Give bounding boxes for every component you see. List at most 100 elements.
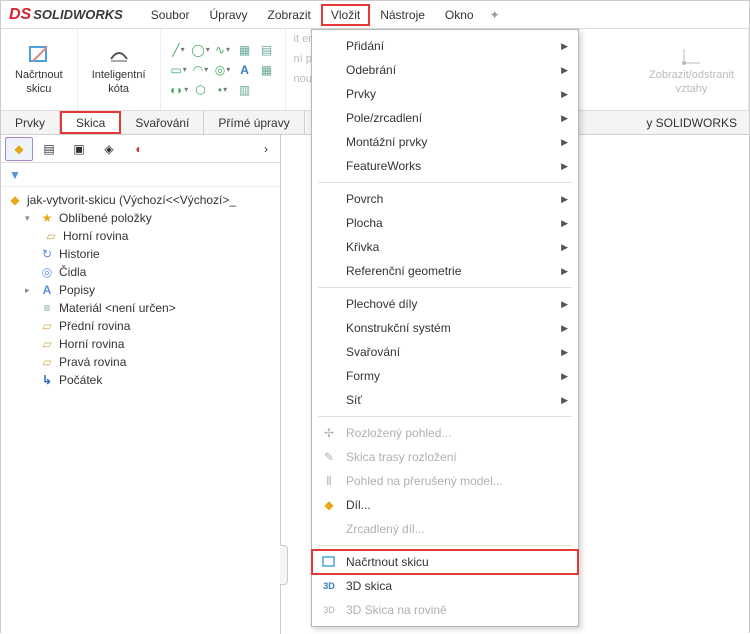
grid4-icon[interactable]: ▥ xyxy=(237,82,253,98)
route-icon: ✎ xyxy=(320,448,338,466)
sketch-icon xyxy=(320,553,338,571)
tree-top-plane[interactable]: ▱ Horní rovina xyxy=(25,335,276,353)
menu-rozlozeny-pohled: ✢ Rozložený pohled... xyxy=(312,421,578,445)
menu-prvky[interactable]: Prvky▶ xyxy=(312,82,578,106)
fav-label: Oblíbené položky xyxy=(59,211,152,225)
tree-sensors[interactable]: ◎ Čidla xyxy=(25,263,276,281)
sensors-label: Čidla xyxy=(59,265,86,279)
menu-soubor[interactable]: Soubor xyxy=(141,4,200,26)
expand-icon[interactable]: ▸ xyxy=(25,285,35,296)
ribbon-group-tools: ╱▾ ◯▾ ∿▾ ▦ ▤ ▭▾ ◠▾ ◎▾ A ▦ ◖◗▾ ⬡ •▾ ▥ xyxy=(161,29,286,110)
tab-prvky[interactable]: Prvky xyxy=(1,111,60,134)
menu-ref-geometrie[interactable]: Referenční geometrie▶ xyxy=(312,259,578,283)
arc-icon[interactable]: ◠▾ xyxy=(193,62,209,78)
panel-tab-dim[interactable]: ◈ xyxy=(95,137,123,161)
panel-slide-handle[interactable] xyxy=(280,545,288,585)
polygon-icon[interactable]: ⬡ xyxy=(193,82,209,98)
menu-separator xyxy=(318,287,572,288)
menu-konstrukcni-system[interactable]: Konstrukční systém▶ xyxy=(312,316,578,340)
menu-zobrazit[interactable]: Zobrazit xyxy=(258,4,321,26)
property-icon: ▤ xyxy=(43,142,54,156)
panel-tab-appearance[interactable]: ◐ xyxy=(125,137,153,161)
plane-icon: ▱ xyxy=(39,355,55,369)
relations-icon xyxy=(680,43,704,67)
panel-tab-config[interactable]: ▣ xyxy=(65,137,93,161)
point-icon[interactable]: •▾ xyxy=(215,82,231,98)
insert-menu-dropdown: Přidání▶ Odebrání▶ Prvky▶ Pole/zrcadlení… xyxy=(311,29,579,627)
fav-child-label: Horní rovina xyxy=(63,229,128,243)
dim-label: Inteligentní kóta xyxy=(92,69,146,95)
collapse-icon[interactable]: ▾ xyxy=(25,213,35,224)
pin-icon[interactable]: ✦ xyxy=(490,8,500,22)
tree-root[interactable]: ◆ jak-vytvorit-skicu (Výchozí<<Výchozí>_ xyxy=(7,191,276,209)
display-relations-button[interactable]: Zobrazit/odstranit vztahy xyxy=(643,39,740,99)
panel-tab-feature-tree[interactable]: ◆ xyxy=(5,137,33,161)
menu-zrcadleny-dil: Zrcadlený díl... xyxy=(312,517,578,541)
menu-skica-trasy: ✎ Skica trasy rozložení xyxy=(312,445,578,469)
menu-pridani[interactable]: Přidání▶ xyxy=(312,34,578,58)
menu-featureworks[interactable]: FeatureWorks▶ xyxy=(312,154,578,178)
menu-pole-zrcadleni[interactable]: Pole/zrcadlení▶ xyxy=(312,106,578,130)
explode-icon: ✢ xyxy=(320,424,338,442)
sketch-button[interactable]: Načrtnout skicu xyxy=(9,39,69,99)
top-label: Horní rovina xyxy=(59,337,124,351)
tree-front-plane[interactable]: ▱ Přední rovina xyxy=(25,317,276,335)
menu-sit[interactable]: Síť▶ xyxy=(312,388,578,412)
tab-end[interactable]: y SOLIDWORKS xyxy=(634,111,749,134)
annotations-label: Popisy xyxy=(59,283,95,297)
part-icon: ◆ xyxy=(7,193,23,207)
ellipse-icon[interactable]: ◎▾ xyxy=(215,62,231,78)
tree-material[interactable]: ≡ Materiál <není určen> xyxy=(25,299,276,317)
menu-svarovani[interactable]: Svařování▶ xyxy=(312,340,578,364)
menu-vlozit[interactable]: Vložit xyxy=(321,4,370,26)
panel-tabs: ◆ ▤ ▣ ◈ ◐ › xyxy=(1,135,280,163)
menu-dil[interactable]: ◆ Díl... xyxy=(312,493,578,517)
annotation-icon: A xyxy=(39,283,55,297)
tab-prime-upravy[interactable]: Přímé úpravy xyxy=(204,111,304,134)
rect-icon[interactable]: ▭▾ xyxy=(171,62,187,78)
menu-3d-skica-rovina: 3D 3D Skica na rovině xyxy=(312,598,578,622)
menu-nacrtnout-skicu[interactable]: Načrtnout skicu xyxy=(312,550,578,574)
menu-formy[interactable]: Formy▶ xyxy=(312,364,578,388)
circle-icon[interactable]: ◯▾ xyxy=(193,42,209,58)
menu-upravy[interactable]: Úpravy xyxy=(200,4,258,26)
tree-origin[interactable]: ↳ Počátek xyxy=(25,371,276,389)
tree-history[interactable]: ↻ Historie xyxy=(25,245,276,263)
menu-povrch[interactable]: Povrch▶ xyxy=(312,187,578,211)
tree-right-plane[interactable]: ▱ Pravá rovina xyxy=(25,353,276,371)
panel-expand-arrow[interactable]: › xyxy=(256,142,276,156)
left-panel: ◆ ▤ ▣ ◈ ◐ › ▼ ◆ jak-vytvorit-skicu (Vých… xyxy=(1,135,281,634)
tab-svarovani[interactable]: Svařování xyxy=(121,111,204,134)
smart-dimension-button[interactable]: Inteligentní kóta xyxy=(86,39,152,99)
menubar: DS SOLIDWORKS Soubor Úpravy Zobrazit Vlo… xyxy=(1,1,749,29)
slot-icon[interactable]: ◖◗▾ xyxy=(171,82,187,98)
ribbon-tool-row-2: ▭▾ ◠▾ ◎▾ A ▦ xyxy=(171,60,275,80)
logo-prefix: DS xyxy=(9,6,31,24)
ribbon-tool-row-1: ╱▾ ◯▾ ∿▾ ▦ ▤ xyxy=(171,40,275,60)
app-logo: DS SOLIDWORKS xyxy=(9,6,123,24)
menu-odebrani[interactable]: Odebrání▶ xyxy=(312,58,578,82)
ribbon-group-dim: Inteligentní kóta xyxy=(78,29,161,110)
menu-plocha[interactable]: Plocha▶ xyxy=(312,211,578,235)
history-label: Historie xyxy=(59,247,100,261)
tab-skica[interactable]: Skica xyxy=(60,111,121,134)
panel-tab-property[interactable]: ▤ xyxy=(35,137,63,161)
break-icon: ⦀ xyxy=(320,472,338,490)
menu-3d-skica[interactable]: 3D 3D skica xyxy=(312,574,578,598)
tree-annotations[interactable]: ▸ A Popisy xyxy=(25,281,276,299)
filter-bar[interactable]: ▼ xyxy=(1,163,280,187)
text-icon[interactable]: A xyxy=(237,62,253,78)
menu-krivka[interactable]: Křivka▶ xyxy=(312,235,578,259)
tree-favorites[interactable]: ▾ ★ Oblíbené položky xyxy=(25,209,276,227)
tree-fav-plane[interactable]: ▱ Horní rovina xyxy=(43,227,276,245)
menu-montazni-prvky[interactable]: Montážní prvky▶ xyxy=(312,130,578,154)
menu-okno[interactable]: Okno xyxy=(435,4,484,26)
menu-plechove-dily[interactable]: Plechové díly▶ xyxy=(312,292,578,316)
grid3-icon[interactable]: ▦ xyxy=(259,62,275,78)
spline-icon[interactable]: ∿▾ xyxy=(215,42,231,58)
ribbon-group-sketch: Načrtnout skicu xyxy=(1,29,78,110)
grid2-icon[interactable]: ▤ xyxy=(259,42,275,58)
hatch-icon[interactable]: ▦ xyxy=(237,42,253,58)
line-icon[interactable]: ╱▾ xyxy=(171,42,187,58)
menu-nastroje[interactable]: Nástroje xyxy=(370,4,435,26)
